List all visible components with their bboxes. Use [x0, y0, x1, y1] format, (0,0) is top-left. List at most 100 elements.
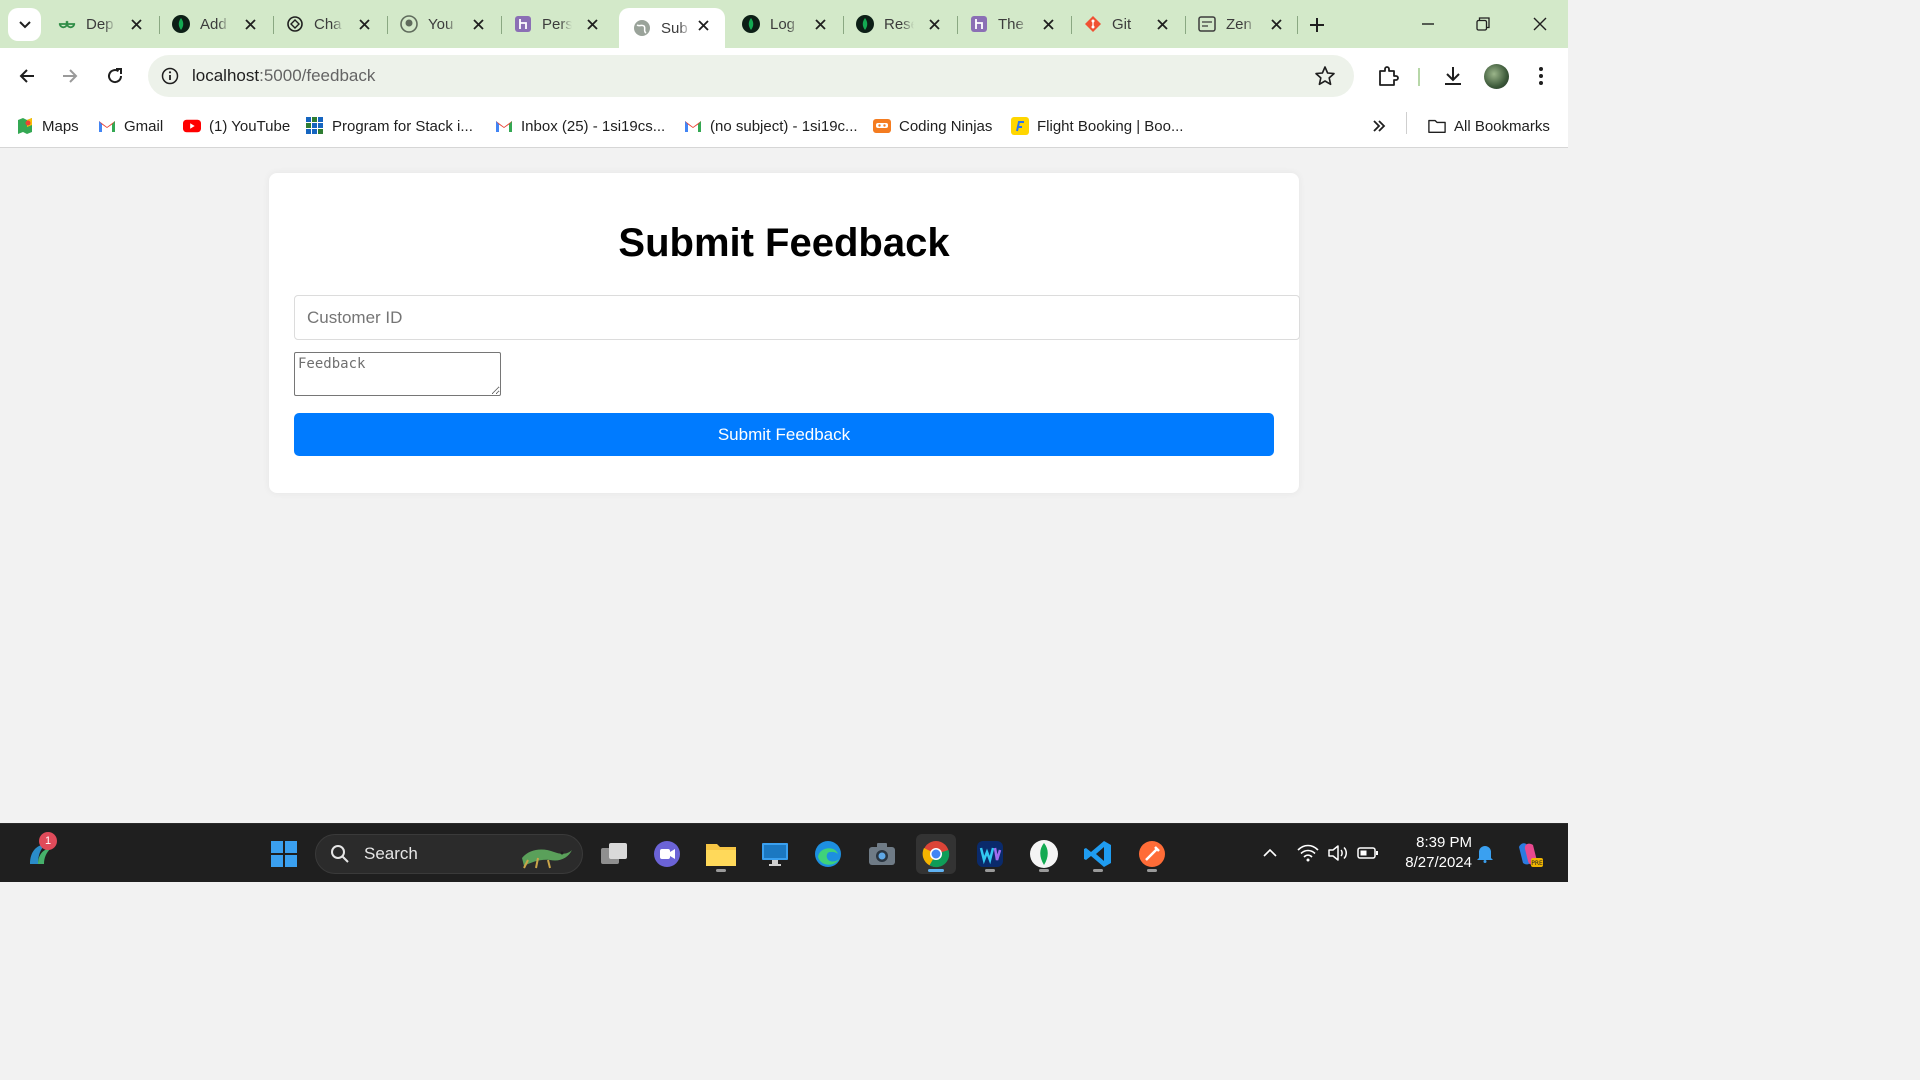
feedback-card: Submit Feedback Submit Feedback: [269, 173, 1300, 493]
tab-2[interactable]: Cha: [272, 7, 386, 41]
url-path: :5000/feedback: [259, 66, 376, 85]
address-bar[interactable]: localhost:5000/feedback: [148, 55, 1354, 97]
search-highlight-lizard-icon: [522, 849, 572, 869]
vscode-icon: [1084, 841, 1111, 867]
taskbar-edge[interactable]: [808, 834, 848, 874]
taskbar-chrome[interactable]: [916, 834, 956, 874]
taskbar-camera[interactable]: [862, 834, 902, 874]
tab-8[interactable]: The: [956, 7, 1070, 41]
battery-status[interactable]: [1356, 841, 1380, 865]
menu-button[interactable]: [1525, 60, 1557, 92]
bookmark-label: Program for Stack i...: [332, 117, 473, 135]
taskbar-search[interactable]: Search: [315, 834, 583, 874]
forward-button[interactable]: [54, 60, 86, 92]
bookmark-star-icon[interactable]: [1314, 65, 1336, 87]
wifi-status[interactable]: [1296, 841, 1320, 865]
minimize-button[interactable]: [1410, 8, 1446, 40]
close-window-button[interactable]: [1522, 8, 1558, 40]
bookmark-inbox[interactable]: Inbox (25) - 1si19cs...: [495, 113, 665, 139]
tab-5-active[interactable]: Sub: [619, 8, 725, 48]
feedback-textarea[interactable]: [294, 352, 501, 396]
tab-title: Add: [200, 15, 227, 33]
bookmark-gmail[interactable]: Gmail: [98, 113, 163, 139]
url-text[interactable]: localhost:5000/feedback: [192, 66, 375, 86]
close-icon[interactable]: [926, 16, 942, 32]
bookmark-label: Gmail: [124, 117, 164, 135]
bookmark-label: All Bookmarks: [1454, 117, 1550, 135]
start-button[interactable]: [264, 834, 304, 874]
taskbar-webstorm[interactable]: [970, 834, 1010, 874]
taskbar-vscode[interactable]: [1078, 834, 1118, 874]
profile-avatar[interactable]: [1484, 64, 1509, 89]
tab-title: Sub: [661, 19, 688, 37]
extensions-button[interactable]: [1372, 60, 1404, 92]
speaker-icon: [1328, 845, 1347, 861]
tab-search-button[interactable]: [8, 8, 41, 41]
more-bookmarks-button[interactable]: [1370, 113, 1396, 139]
taskbar-clock[interactable]: 8:39 PM 8/27/2024: [1392, 833, 1472, 873]
submit-feedback-button[interactable]: Submit Feedback: [294, 413, 1274, 456]
close-icon[interactable]: [1268, 16, 1284, 32]
openai-icon: [286, 15, 304, 33]
customer-id-input[interactable]: [294, 295, 1300, 340]
tab-9[interactable]: Git: [1070, 7, 1184, 41]
restore-icon: [1476, 17, 1490, 31]
site-info-icon[interactable]: [158, 64, 182, 88]
tab-10[interactable]: Zen: [1184, 7, 1298, 41]
all-bookmarks-button[interactable]: All Bookmarks: [1428, 113, 1550, 139]
volume-status[interactable]: [1326, 841, 1350, 865]
close-icon[interactable]: [1154, 16, 1170, 32]
puzzle-icon: [1379, 66, 1399, 86]
close-icon[interactable]: [812, 16, 828, 32]
tab-0[interactable]: Dep: [44, 7, 158, 41]
bookmark-flight-booking[interactable]: Flight Booking | Boo...: [1011, 113, 1183, 139]
tab-4[interactable]: Pers: [500, 7, 614, 41]
teams-meet-icon: [654, 841, 680, 867]
close-icon[interactable]: [584, 16, 600, 32]
bookmark-youtube[interactable]: (1) YouTube: [183, 113, 290, 139]
bookmark-label: (1) YouTube: [209, 117, 291, 135]
taskbar-file-explorer[interactable]: [701, 834, 741, 874]
tab-7[interactable]: Rese: [842, 7, 956, 41]
taskbar-teams[interactable]: [647, 834, 687, 874]
chrome-icon: [922, 841, 950, 868]
taskbar-postman[interactable]: [1132, 834, 1172, 874]
arrow-right-icon: [63, 69, 78, 83]
taskbar-remote-desktop[interactable]: [755, 834, 795, 874]
windows-logo-icon: [271, 841, 297, 867]
close-icon[interactable]: [356, 16, 372, 32]
tab-title: Pers: [542, 15, 572, 33]
restore-button[interactable]: [1465, 8, 1501, 40]
gmail-icon: [98, 117, 116, 135]
notifications-button[interactable]: [1473, 841, 1497, 865]
minimize-icon: [1422, 23, 1434, 25]
tab-6[interactable]: Log: [728, 7, 842, 41]
close-icon[interactable]: [695, 17, 711, 33]
gmail-icon: [684, 117, 702, 135]
reload-button[interactable]: [99, 60, 131, 92]
bookmark-no-subject[interactable]: (no subject) - 1si19c...: [684, 113, 858, 139]
close-icon[interactable]: [470, 16, 486, 32]
show-hidden-icons[interactable]: [1258, 841, 1282, 865]
tab-1[interactable]: Add: [158, 7, 272, 41]
bookmark-maps[interactable]: Maps: [16, 113, 79, 139]
taskbar-mongodb-compass[interactable]: [1024, 834, 1064, 874]
webstorm-icon: [977, 841, 1003, 867]
close-icon[interactable]: [128, 16, 144, 32]
tab-3[interactable]: You: [386, 7, 500, 41]
running-indicator: [985, 869, 995, 872]
close-icon[interactable]: [242, 16, 258, 32]
downloads-button[interactable]: [1437, 60, 1469, 92]
back-button[interactable]: [11, 60, 43, 92]
clock-date: 8/27/2024: [1405, 854, 1472, 871]
tab-title: Rese: [884, 15, 914, 33]
youtube-icon: [183, 117, 201, 135]
taskbar-task-view[interactable]: [594, 834, 634, 874]
copilot-button[interactable]: PRE: [1508, 834, 1548, 874]
bookmark-coding-ninjas[interactable]: Coding Ninjas: [873, 113, 992, 139]
new-tab-button[interactable]: [1304, 12, 1330, 38]
globe-icon: [633, 19, 651, 37]
close-icon[interactable]: [1040, 16, 1056, 32]
tab-strip: Dep Add Cha You Pers Sub Log Rese: [0, 0, 1568, 48]
bookmark-program-for-stack[interactable]: Program for Stack i...: [306, 113, 473, 139]
